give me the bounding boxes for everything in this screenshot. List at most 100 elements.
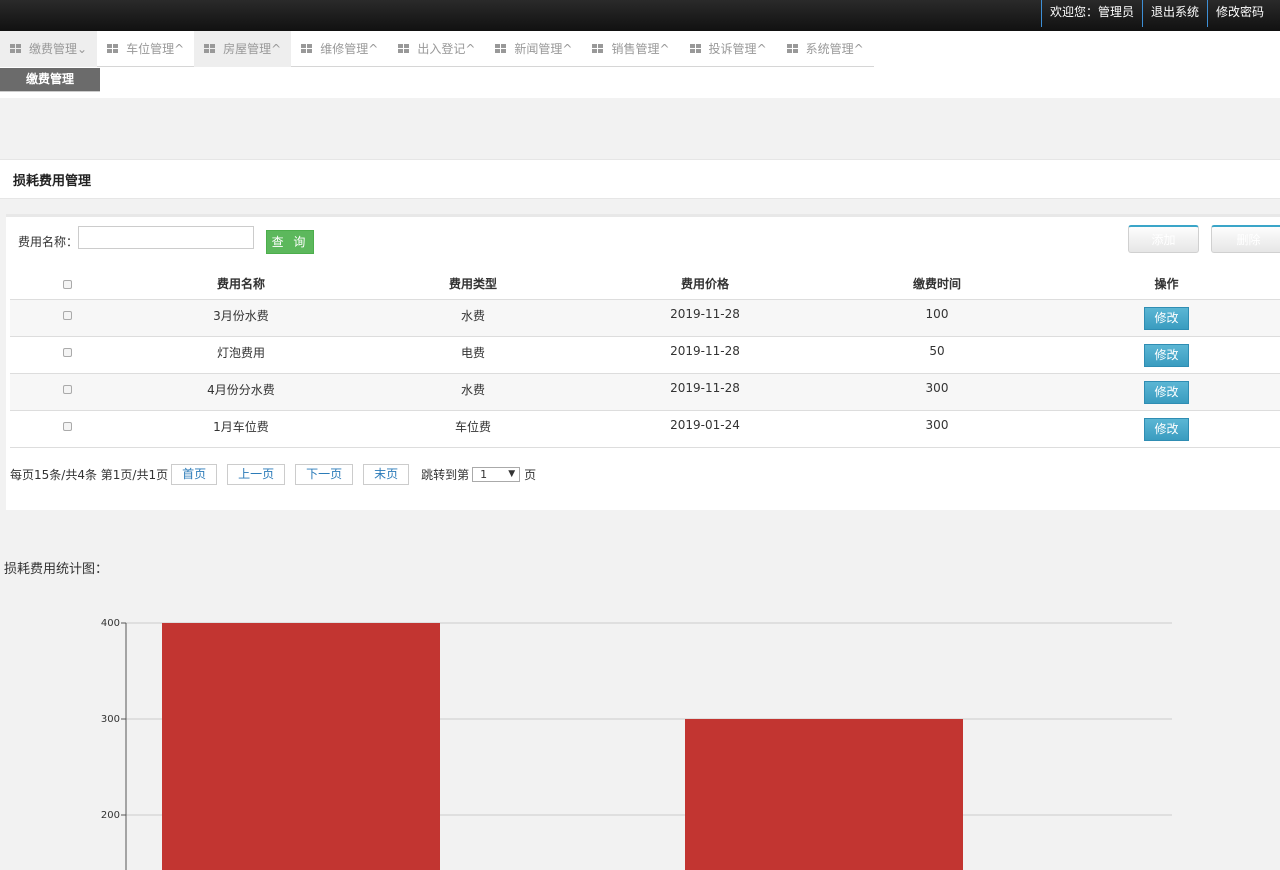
pager-summary: 每页15条/共4条 第1页/共1页 (10, 468, 169, 482)
nav-item-label: 销售管理 (611, 41, 660, 56)
search-label: 费用名称： (18, 235, 79, 249)
change-password-link[interactable]: 修改密码 (1206, 0, 1272, 27)
nav-menu: 缴费管理 ⌄ 车位管理 ^ 房屋管理 ^ 维修管理 ^ 出入登记 ^ 新闻管理 ^ 销售管理 ^ 投诉管理 ^… (0, 31, 874, 67)
cell-action: 修改 (1053, 336, 1280, 374)
table-body: 3月份水费 水费 2019-11-28 100 修改 灯泡费用 电费 2019-11-28 50… (10, 299, 1280, 448)
nav-item-7[interactable]: 投诉管理 ^ (680, 31, 777, 67)
cell-price: 2019-11-28 (589, 336, 821, 374)
table-header-row: 费用名称 费用类型 费用价格 缴费时间 操作 (10, 269, 1280, 300)
first-page-button[interactable]: 首页 (171, 464, 218, 485)
nav-item-arrow-icon: ^ (271, 41, 282, 56)
header-name: 费用名称 (125, 269, 357, 300)
nav-item-3[interactable]: 维修管理 ^ (291, 31, 388, 67)
nav-item-arrow-icon: ^ (562, 41, 573, 56)
page-title-bar: 损耗费用管理 (0, 159, 1280, 199)
nav-item-arrow-icon: ⌄ (77, 41, 88, 56)
cell-name: 1月车位费 (125, 410, 357, 448)
table-row: 灯泡费用 电费 2019-11-28 50 修改 (10, 336, 1280, 374)
cell-type: 水费 (357, 373, 589, 411)
nav-item-label: 投诉管理 (708, 41, 757, 56)
prev-page-button[interactable]: 上一页 (227, 464, 286, 485)
edit-button[interactable]: 修改 (1144, 417, 1189, 441)
y-tick-label: 400 (101, 618, 120, 629)
row-select-cell (10, 336, 125, 374)
grid-icon (689, 44, 701, 54)
table-row: 4月份分水费 水费 2019-11-28 300 修改 (10, 373, 1280, 411)
cell-action: 修改 (1053, 410, 1280, 448)
cell-name: 4月份分水费 (125, 373, 357, 411)
row-checkbox[interactable] (63, 384, 72, 394)
cell-action: 修改 (1053, 373, 1280, 411)
nav-item-arrow-icon: ^ (659, 41, 670, 56)
nav-item-0[interactable]: 缴费管理 ⌄ (0, 31, 98, 67)
fee-name-input[interactable] (78, 226, 254, 249)
header-price: 费用价格 (589, 269, 821, 300)
row-select-cell (10, 299, 125, 337)
fee-table: 费用名称 费用类型 费用价格 缴费时间 操作 3月份水费 水费 2019-11-28… (10, 269, 1280, 448)
welcome-text: 欢迎您：管理员 (1040, 0, 1142, 27)
header-action: 操作 (1053, 269, 1280, 300)
grid-icon (301, 44, 313, 54)
page-select-value: 1 (480, 468, 488, 481)
grid-icon (204, 44, 216, 54)
table-row: 3月份水费 水费 2019-11-28 100 修改 (10, 299, 1280, 337)
nav-item-label: 新闻管理 (514, 41, 563, 56)
grid-icon (495, 44, 507, 54)
top-links: 欢迎您：管理员 退出系统 修改密码 (1040, 0, 1272, 31)
page-select[interactable]: 1 ▼ (472, 467, 521, 482)
chart-bar[interactable] (162, 623, 440, 870)
grid-icon (10, 44, 21, 54)
edit-button[interactable]: 修改 (1144, 380, 1189, 404)
query-button[interactable]: 查 询 (266, 230, 314, 254)
next-page-button[interactable]: 下一页 (295, 464, 354, 485)
row-select-cell (10, 373, 125, 411)
cell-price: 2019-11-28 (589, 299, 821, 337)
nav-item-1[interactable]: 车位管理 ^ (97, 31, 194, 67)
cell-price: 2019-01-24 (589, 410, 821, 448)
nav-item-label: 出入登记 (417, 41, 466, 56)
edit-button[interactable]: 修改 (1144, 306, 1189, 330)
cell-time: 300 (821, 410, 1053, 448)
nav-item-arrow-icon: ^ (465, 41, 476, 56)
grid-icon (592, 44, 604, 54)
cell-type: 水费 (357, 299, 589, 337)
cell-time: 300 (821, 373, 1053, 411)
nav-item-label: 缴费管理 (29, 41, 78, 56)
select-all-header (10, 269, 125, 300)
nav-item-6[interactable]: 销售管理 ^ (582, 31, 679, 67)
pagination: 每页15条/共4条 第1页/共1页 首页 上一页 下一页 末页 跳转到第 1 ▼ … (10, 464, 536, 485)
nav-item-8[interactable]: 系统管理 ^ (777, 31, 874, 67)
cell-time: 50 (821, 336, 1053, 374)
grid-icon (107, 44, 119, 54)
y-tick-label: 200 (101, 810, 120, 821)
row-checkbox[interactable] (63, 310, 72, 320)
row-checkbox[interactable] (63, 347, 72, 357)
select-all-checkbox[interactable] (63, 279, 72, 289)
row-checkbox[interactable] (63, 421, 72, 431)
row-select-cell (10, 410, 125, 448)
add-button[interactable]: 添加 (1128, 225, 1199, 253)
last-page-button[interactable]: 末页 (363, 464, 410, 485)
cell-type: 车位费 (357, 410, 589, 448)
submenu-item-payment[interactable]: 缴费管理 (0, 68, 100, 91)
cell-time: 100 (821, 299, 1053, 337)
grid-icon (786, 44, 798, 54)
edit-button[interactable]: 修改 (1144, 343, 1189, 367)
chart-bar[interactable] (685, 719, 963, 870)
nav-item-arrow-icon: ^ (853, 41, 864, 56)
nav-item-2[interactable]: 房屋管理 ^ (194, 31, 292, 67)
nav-item-4[interactable]: 出入登记 ^ (388, 31, 485, 67)
nav-item-arrow-icon: ^ (756, 41, 767, 56)
chevron-down-icon: ▼ (508, 469, 516, 479)
content-panel: 费用名称： 查 询 添加 删除 费用名称 费用类型 费用价格 缴费时间 操作 3… (6, 214, 1280, 510)
logout-link[interactable]: 退出系统 (1141, 0, 1207, 27)
chart-title: 损耗费用统计图： (4, 562, 109, 577)
nav-item-5[interactable]: 新闻管理 ^ (485, 31, 582, 67)
nav-item-arrow-icon: ^ (174, 41, 185, 56)
cell-name: 3月份水费 (125, 299, 357, 337)
nav-item-label: 维修管理 (320, 41, 369, 56)
table-row: 1月车位费 车位费 2019-01-24 300 修改 (10, 410, 1280, 448)
y-tick-label: 300 (101, 714, 120, 725)
delete-button[interactable]: 删除 (1211, 225, 1280, 253)
cell-price: 2019-11-28 (589, 373, 821, 411)
